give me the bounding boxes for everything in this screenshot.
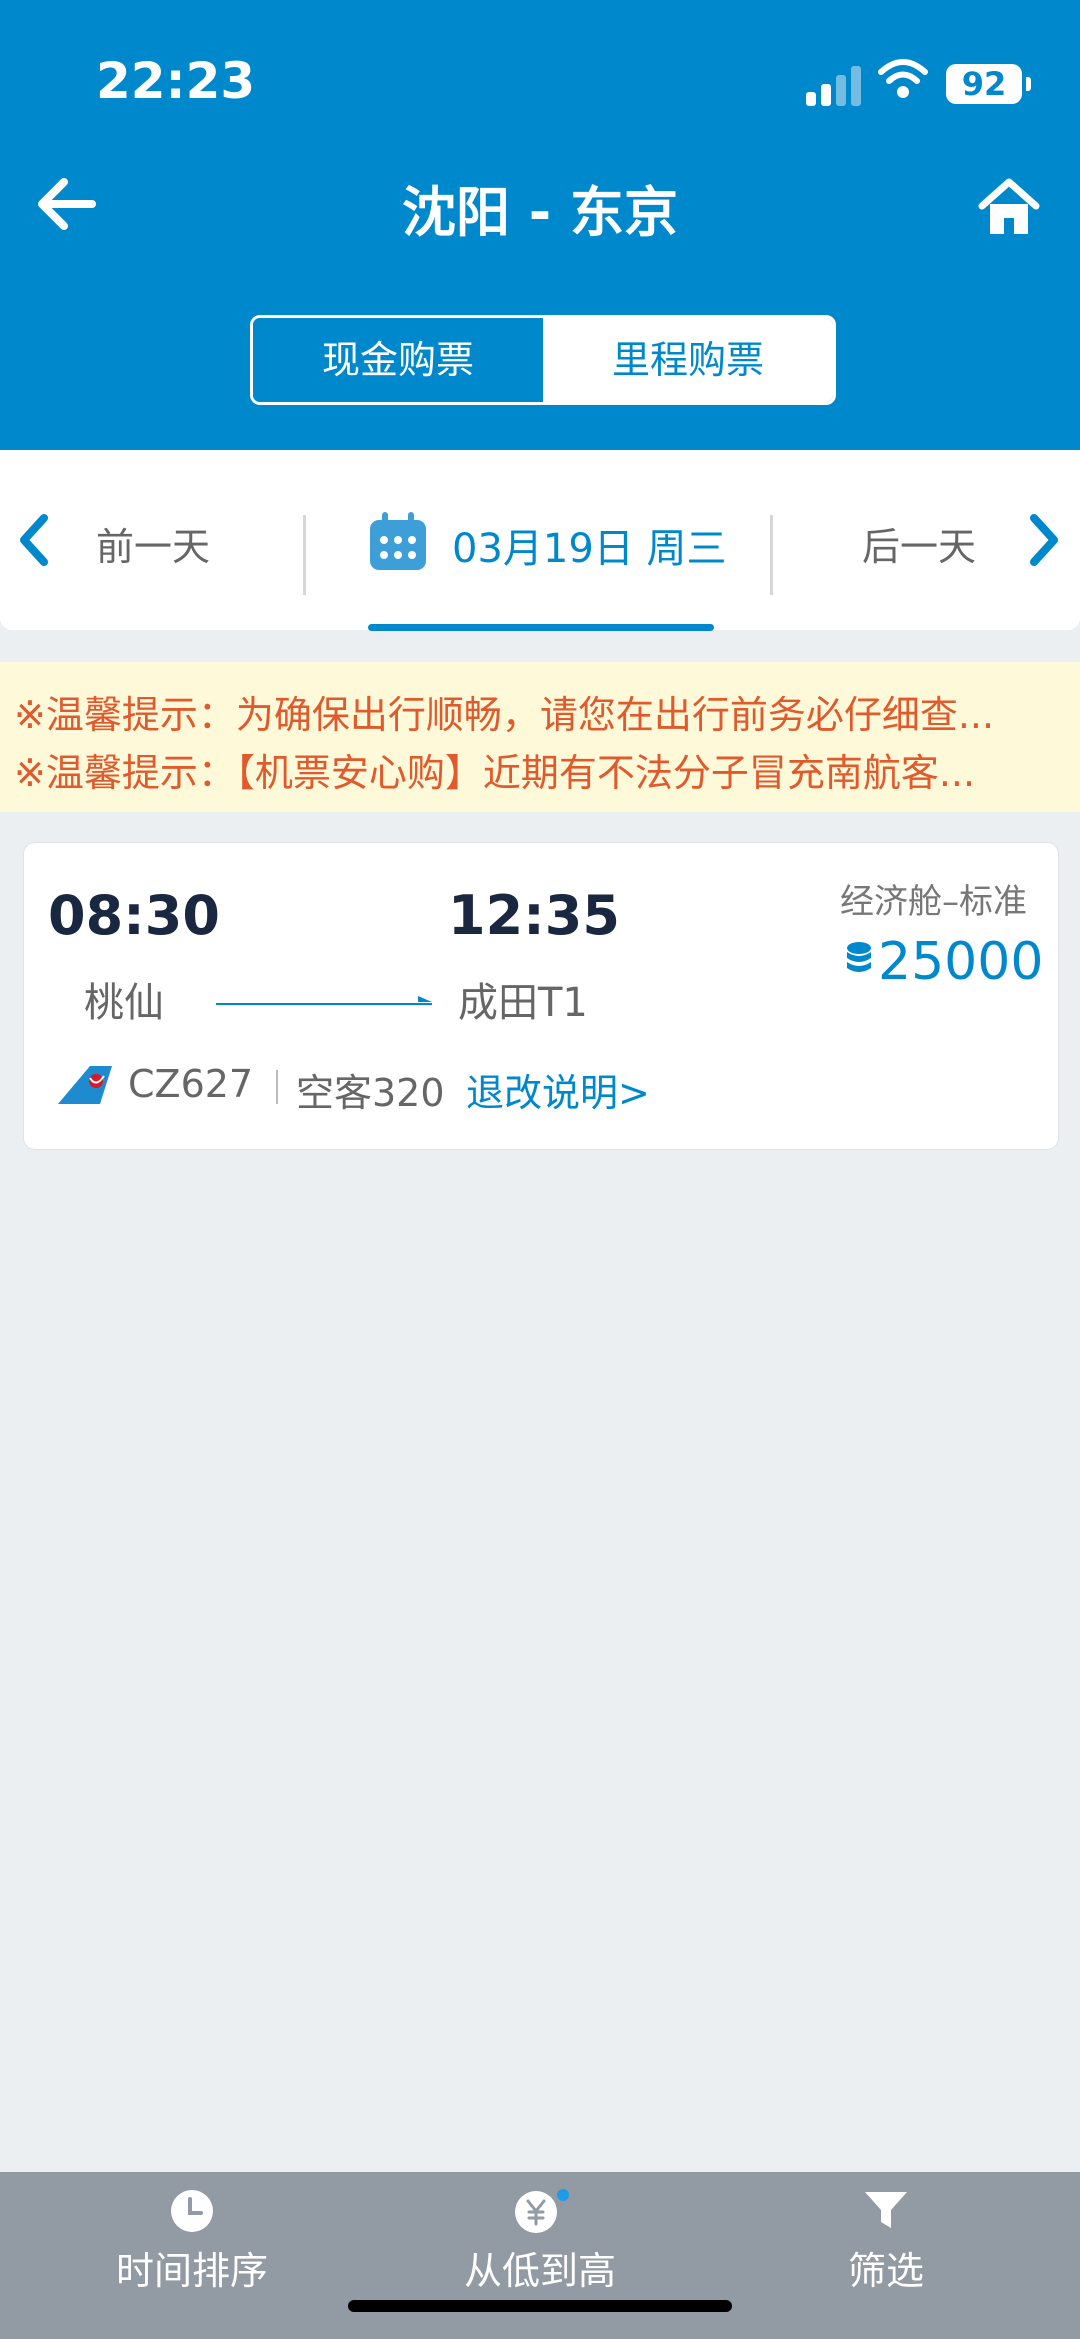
refund-policy-link[interactable]: 退改说明> [466,1062,650,1117]
notice-banner[interactable]: ※温馨提示：为确保出行顺畅，请您在出行前务必仔细查... ※温馨提示：【机票安心… [0,662,1080,812]
tab-label: 时间排序 [115,2249,268,2293]
arrival-airport: 成田T1 [458,980,588,1026]
filter-icon [865,2192,907,2228]
route-arrow [216,1003,432,1005]
notice-line[interactable]: ※温馨提示：为确保出行顺畅，请您在出行前务必仔细查... [14,684,1064,739]
next-day-button[interactable]: 后一天 [862,516,976,571]
airline-logo-icon [58,1066,112,1104]
status-time: 22:23 [96,52,256,110]
notice-line[interactable]: ※温馨提示：【机票安心购】近期有不法分子冒充南航客... [14,742,1064,797]
tab-cash-purchase[interactable]: 现金购票 [253,318,543,402]
selected-date-indicator [368,624,714,631]
tab-label: 从低到高 [463,2249,616,2293]
chevron-right-icon[interactable] [1026,514,1062,566]
signal-icon [806,62,862,106]
battery-indicator: 92 [946,64,1031,104]
sort-price-low-to-high-button[interactable]: 从低到高 [458,2188,622,2295]
wifi-icon [878,59,928,98]
tab-label: 筛选 [847,2249,924,2293]
arrival-time: 12:35 [448,884,620,947]
coins-icon [847,942,871,972]
selected-date[interactable]: 03月19日 周三 [452,516,727,574]
purchase-mode-toggle: 现金购票 里程购票 [250,315,836,405]
flight-number: CZ627 [128,1062,254,1106]
cabin-class: 经济舱–标准 [840,882,1027,922]
tab-miles-purchase[interactable]: 里程购票 [543,318,833,402]
departure-time: 08:30 [48,884,220,947]
filter-button[interactable]: 筛选 [846,2188,926,2295]
home-indicator [348,2300,732,2312]
miles-price: 25000 [878,932,1044,992]
chevron-left-icon[interactable] [16,514,52,566]
divider [770,515,773,595]
sort-by-time-button[interactable]: 时间排序 [112,2188,272,2295]
home-icon[interactable] [978,178,1040,236]
departure-airport: 桃仙 [84,980,164,1026]
divider [276,1070,278,1104]
divider [303,515,306,595]
route-arrow-head [418,996,432,1002]
page-title: 沈阳 - 东京 [401,181,678,244]
calendar-icon [370,512,426,570]
prev-day-button[interactable]: 前一天 [96,516,210,571]
aircraft-type: 空客320 [296,1071,445,1115]
clock-icon [171,2190,213,2232]
yuan-icon [515,2189,569,2233]
